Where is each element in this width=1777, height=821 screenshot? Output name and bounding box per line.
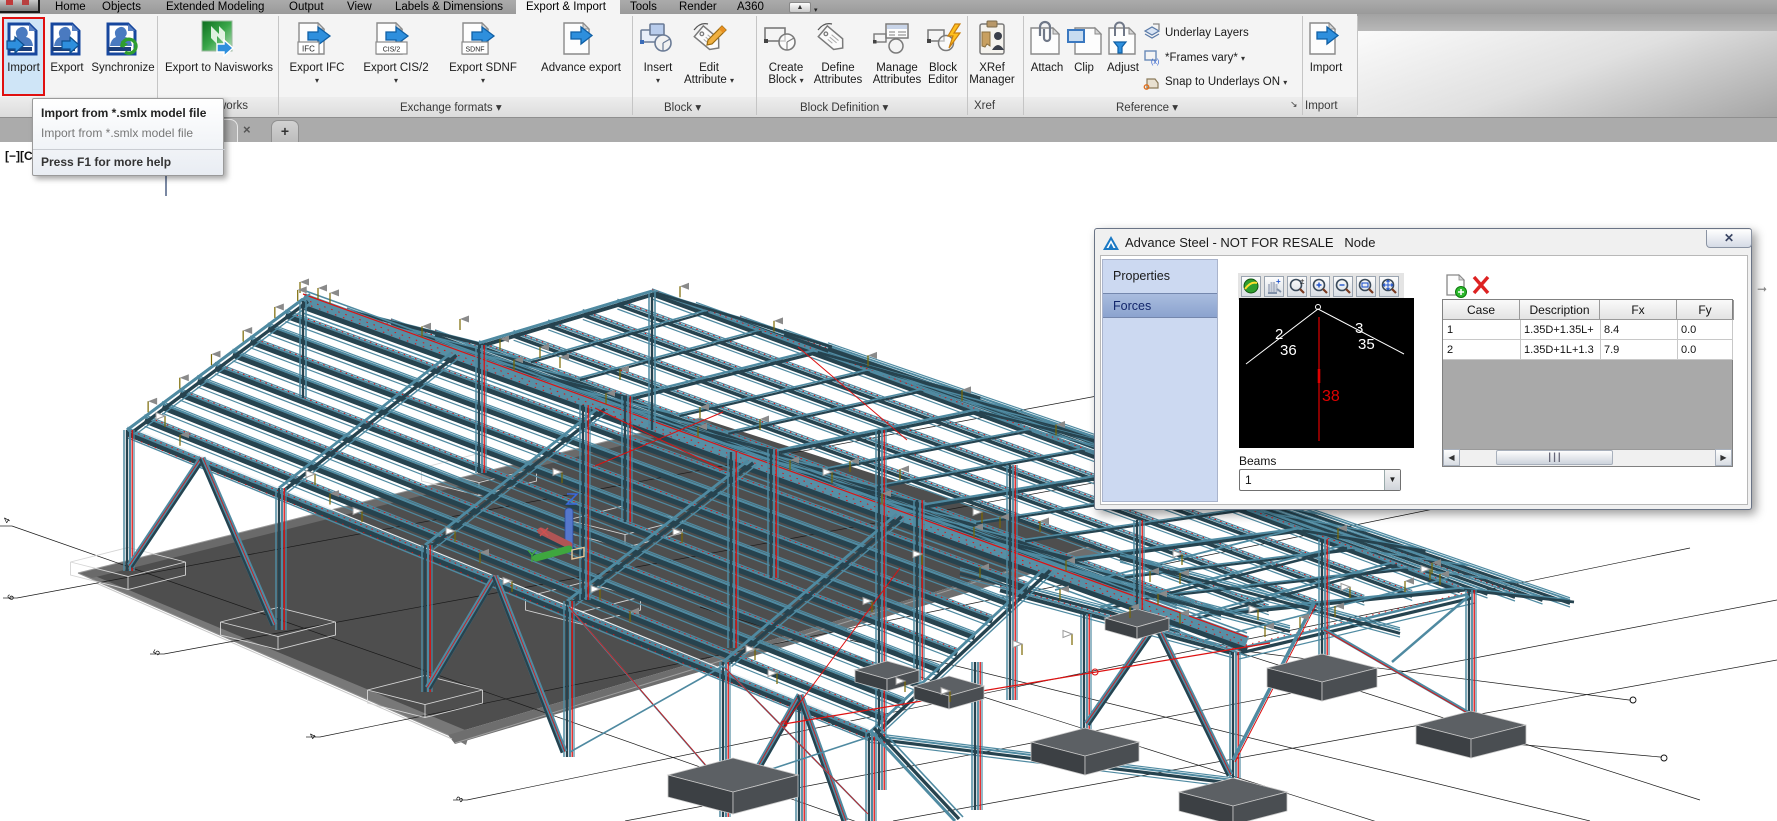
svg-text:2: 2	[1275, 326, 1283, 343]
svg-text:6: 6	[5, 593, 16, 602]
svg-text:3: 3	[1355, 320, 1363, 337]
svg-text:4: 4	[1, 516, 12, 525]
svg-text:CIS/2: CIS/2	[383, 47, 401, 54]
svg-text:38: 38	[1322, 388, 1340, 405]
svg-text:+: +	[1276, 277, 1281, 286]
svg-text:36: 36	[1280, 342, 1297, 359]
svg-text:5: 5	[151, 648, 162, 657]
svg-text:±: ±	[1300, 277, 1305, 286]
svg-text:35: 35	[1358, 336, 1375, 353]
svg-text:SDNF: SDNF	[465, 47, 484, 54]
svg-text:4: 4	[307, 732, 318, 741]
svg-text:3: 3	[454, 795, 465, 804]
svg-text:(x): (x)	[1151, 59, 1159, 66]
svg-text:IFC: IFC	[302, 45, 315, 54]
